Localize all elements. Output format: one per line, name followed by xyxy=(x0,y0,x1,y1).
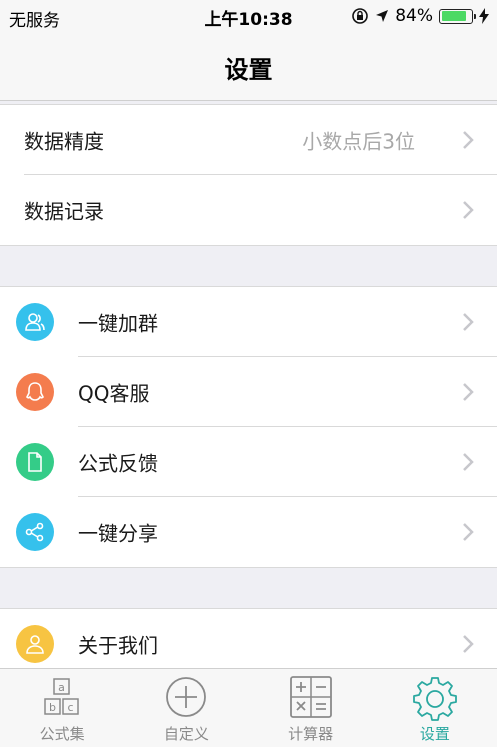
setting-label: 数据精度 xyxy=(24,129,104,154)
settings-group-data: 数据精度 小数点后3位 数据记录 xyxy=(0,104,497,246)
setting-row-share[interactable]: 一键分享 xyxy=(0,497,497,567)
tab-label: 设置 xyxy=(419,725,450,743)
charging-bolt-icon xyxy=(479,8,489,24)
formula-blocks-icon: a b c xyxy=(44,678,79,715)
setting-label: 关于我们 xyxy=(78,633,158,658)
qq-penguin-icon xyxy=(16,373,54,411)
setting-label: 公式反馈 xyxy=(78,451,158,476)
tab-settings[interactable]: 设置 xyxy=(373,669,497,747)
nav-bar: 设置 xyxy=(0,32,497,101)
document-icon xyxy=(16,443,54,481)
chevron-right-icon xyxy=(463,201,474,219)
chevron-right-icon xyxy=(463,453,474,471)
setting-row-formula-feedback[interactable]: 公式反馈 xyxy=(0,427,497,497)
svg-text:c: c xyxy=(68,701,74,714)
calculator-icon xyxy=(289,676,332,718)
tab-custom[interactable]: 自定义 xyxy=(124,669,248,747)
svg-text:a: a xyxy=(58,681,65,694)
battery-icon xyxy=(439,8,476,24)
tab-label: 计算器 xyxy=(288,725,334,743)
person-icon xyxy=(16,625,54,663)
setting-value: 小数点后3位 xyxy=(302,129,415,154)
location-arrow-icon xyxy=(376,10,389,22)
tab-label: 公式集 xyxy=(39,725,85,743)
setting-label: 一键分享 xyxy=(78,521,158,546)
chevron-right-icon xyxy=(463,383,474,401)
chevron-right-icon xyxy=(463,313,474,331)
setting-label: QQ客服 xyxy=(78,381,150,406)
svg-text:b: b xyxy=(49,701,56,714)
gear-icon xyxy=(412,677,457,721)
chevron-right-icon xyxy=(463,131,474,149)
status-right: 84% xyxy=(351,6,489,26)
chevron-right-icon xyxy=(463,635,474,653)
tab-calculator[interactable]: 计算器 xyxy=(249,669,373,747)
tab-label: 自定义 xyxy=(163,725,209,743)
plus-circle-icon xyxy=(166,677,207,717)
orientation-lock-icon xyxy=(352,8,369,24)
share-icon xyxy=(16,513,54,551)
battery-percent: 84% xyxy=(395,6,433,26)
page-title: 设置 xyxy=(224,56,273,84)
status-bar: 无服务 上午10:38 84% xyxy=(0,0,497,32)
tab-bar: a b c 公式集 自定义 计算器 设置 xyxy=(0,668,497,747)
setting-row-join-group[interactable]: 一键加群 xyxy=(0,287,497,357)
settings-group-social: 一键加群 QQ客服 公式反馈 一键分享 xyxy=(0,286,497,568)
tab-formulas[interactable]: a b c 公式集 xyxy=(0,669,124,747)
setting-row-records[interactable]: 数据记录 xyxy=(0,175,497,245)
setting-row-precision[interactable]: 数据精度 小数点后3位 xyxy=(0,105,497,175)
user-group-icon xyxy=(16,303,54,341)
setting-row-qq-service[interactable]: QQ客服 xyxy=(0,357,497,427)
chevron-right-icon xyxy=(463,523,474,541)
setting-label: 数据记录 xyxy=(24,199,104,224)
setting-label: 一键加群 xyxy=(78,311,158,336)
